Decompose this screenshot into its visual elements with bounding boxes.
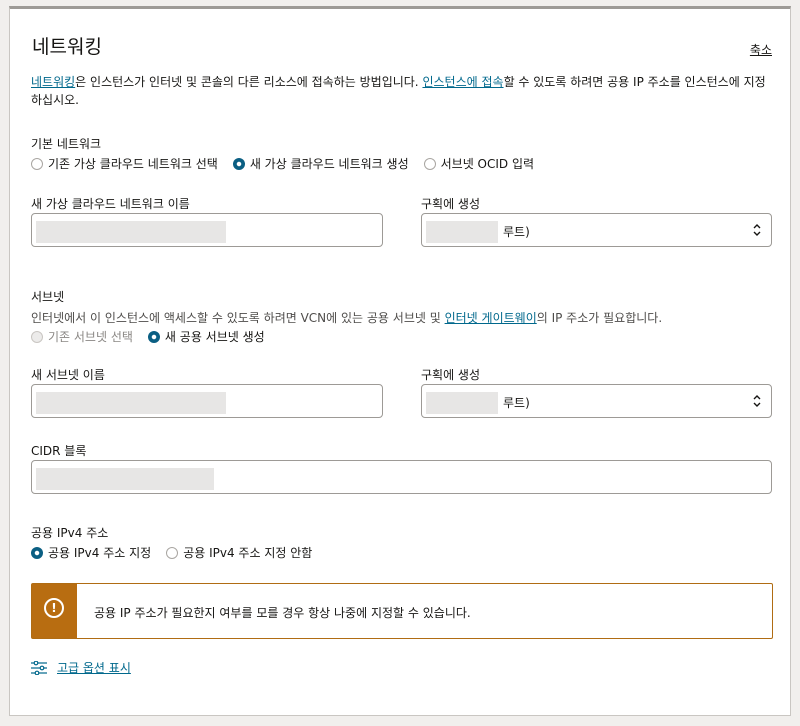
radio-existing-vcn[interactable]: 기존 가상 클라우드 네트워크 선택 [31,155,218,172]
radio-no-public-ip[interactable]: 공용 IPv4 주소 지정 안함 [166,544,312,561]
radio-label: 새 가상 클라우드 네트워크 생성 [249,157,409,171]
radio-circle-disabled[interactable] [31,330,43,343]
radio-assign-public-ip[interactable]: 공용 IPv4 주소 지정 [31,544,151,561]
public-ip-radio-group: 공용 IPv4 주소 지정 공용 IPv4 주소 지정 안함 [31,544,327,561]
show-advanced-options-link[interactable]: 고급 옵션 표시 [31,659,131,676]
subnet-compartment-select[interactable]: 루트) [421,384,772,418]
collapse-link[interactable]: 축소 [750,41,772,58]
radio-circle[interactable] [166,546,179,559]
primary-network-radio-group: 기존 가상 클라우드 네트워크 선택 새 가상 클라우드 네트워크 생성 서브넷… [31,155,549,172]
radio-existing-subnet[interactable]: 기존 서브넷 선택 [31,328,133,345]
redacted-value [426,221,498,243]
subnet-description-text-end: 의 IP 주소가 필요합니다. [536,311,663,325]
compartment-select-value: 루트) [503,396,530,410]
redacted-value [36,468,214,490]
redacted-value [36,392,226,414]
intro-text-part1: 은 인스턴스가 인터넷 및 콘솔의 다른 리소스에 접속하는 방법입니다. [75,75,423,89]
networking-link[interactable]: 네트워킹 [31,75,75,89]
connect-instance-link[interactable]: 인스턴스에 접속 [422,75,503,89]
subnet-radio-group: 기존 서브넷 선택 새 공용 서브넷 생성 [31,328,280,345]
warning-notice: ! 공용 IP 주소가 필요한지 여부를 모를 경우 항상 나중에 지정할 수 … [31,583,773,639]
primary-network-label: 기본 네트워크 [31,137,102,151]
radio-new-vcn[interactable]: 새 가상 클라우드 네트워크 생성 [232,155,409,172]
cidr-block-input[interactable] [31,460,772,494]
radio-label: 기존 가상 클라우드 네트워크 선택 [48,157,218,171]
vcn-name-input[interactable] [31,213,383,247]
subnet-compartment-label: 구획에 생성 [421,368,481,382]
sliders-icon [31,660,47,675]
subnet-name-input[interactable] [31,384,383,418]
intro-text: 네트워킹은 인스턴스가 인터넷 및 콘솔의 다른 리소스에 접속하는 방법입니다… [31,73,776,109]
subnet-description-text: 인터넷에서 이 인스턴스에 액세스할 수 있도록 하려면 VCN에 있는 공용 … [31,311,445,325]
subnet-label: 서브넷 [31,290,65,304]
section-title: 네트워킹 [32,36,102,58]
cidr-block-label: CIDR 블록 [31,444,87,458]
radio-label: 기존 서브넷 선택 [48,330,133,344]
internet-gateway-link[interactable]: 인터넷 게이트웨이 [445,311,537,325]
notice-icon-box: ! [32,584,77,638]
radio-circle-selected[interactable] [147,330,160,343]
networking-panel: 네트워킹 축소 네트워킹은 인스턴스가 인터넷 및 콘솔의 다른 리소스에 접속… [9,6,791,716]
radio-circle-selected[interactable] [232,157,245,170]
radio-subnet-ocid[interactable]: 서브넷 OCID 입력 [423,155,535,172]
compartment-select-value: 루트) [503,225,530,239]
radio-label: 새 공용 서브넷 생성 [164,330,265,344]
redacted-value [426,392,498,414]
vcn-compartment-label: 구획에 생성 [421,197,481,211]
radio-label: 공용 IPv4 주소 지정 안함 [183,546,313,560]
warning-icon: ! [44,598,64,618]
public-ip-label: 공용 IPv4 주소 [31,526,109,540]
subnet-name-label: 새 서브넷 이름 [31,368,105,382]
radio-circle[interactable] [31,157,43,170]
notice-text: 공용 IP 주소가 필요한지 여부를 모를 경우 항상 나중에 지정할 수 있습… [94,606,471,620]
subnet-description: 인터넷에서 이 인스턴스에 액세스할 수 있도록 하려면 VCN에 있는 공용 … [31,309,662,326]
select-chevron-icon [753,395,761,407]
radio-circle[interactable] [423,157,436,170]
radio-new-public-subnet[interactable]: 새 공용 서브넷 생성 [147,328,265,345]
vcn-compartment-select[interactable]: 루트) [421,213,772,247]
radio-circle-selected[interactable] [31,546,43,559]
redacted-value [36,221,226,243]
radio-label: 공용 IPv4 주소 지정 [48,546,152,560]
advanced-options-label: 고급 옵션 표시 [57,661,131,675]
vcn-name-label: 새 가상 클라우드 네트워크 이름 [31,197,190,211]
radio-label: 서브넷 OCID 입력 [440,157,535,171]
select-chevron-icon [753,224,761,236]
